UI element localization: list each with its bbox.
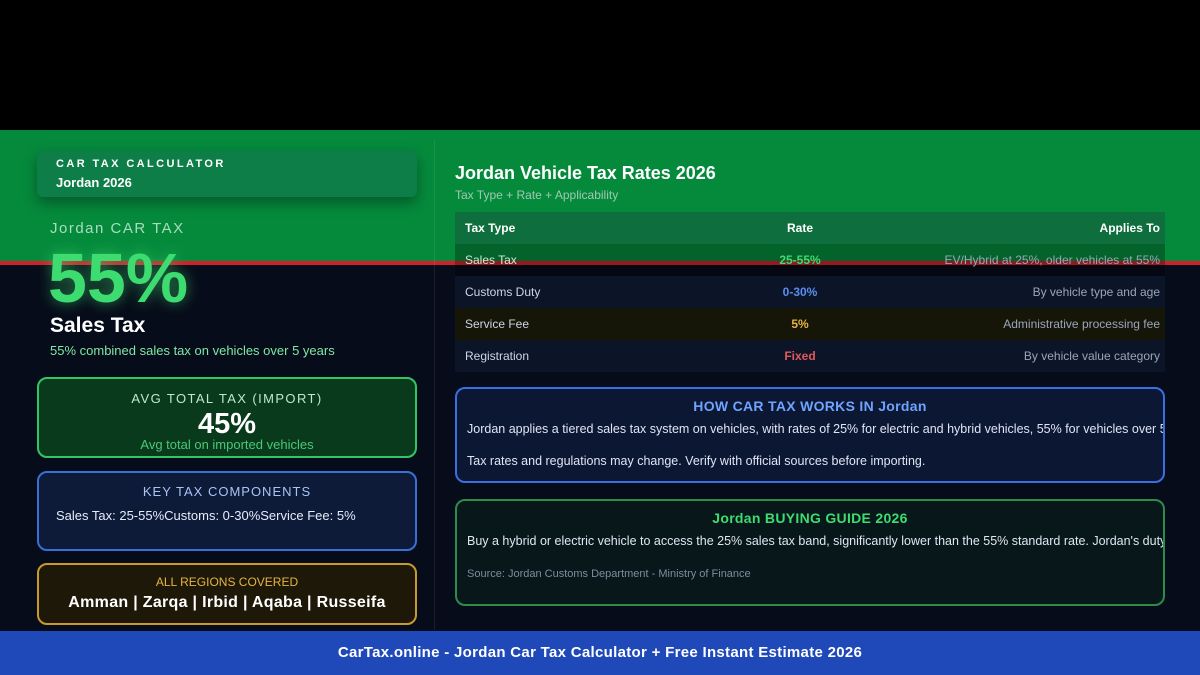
cell-tax-type: Customs Duty xyxy=(465,285,541,299)
regions-label: ALL REGIONS COVERED xyxy=(155,575,299,589)
cell-tax-type: Service Fee xyxy=(465,317,530,331)
guide-source: Source: Jordan Customs Department - Mini… xyxy=(467,568,751,580)
rates-title: Jordan Vehicle Tax Rates 2026 xyxy=(455,163,716,183)
component-item: Service Fee: 5% xyxy=(260,508,356,523)
table-row: Registration Fixed By vehicle value cate… xyxy=(455,340,1165,372)
components-list: Sales Tax: 25-55% Customs: 0-30% Service… xyxy=(56,508,415,523)
table-row: Customs Duty 0-30% By vehicle type and a… xyxy=(455,276,1165,308)
avg-card-sub: Avg total on imported vehicles xyxy=(140,437,314,452)
rates-subtitle: Tax Type + Rate + Applicability xyxy=(455,188,619,202)
cell-rate: 25-55% xyxy=(779,253,821,267)
cell-applies-to: By vehicle value category xyxy=(1023,349,1160,363)
cell-rate: Fixed xyxy=(784,349,816,363)
panel-divider xyxy=(434,140,435,630)
regions-list: Amman | Zarqa | Irbid | Aqaba | Russeifa xyxy=(68,594,386,611)
brand-kicker: CAR TAX CALCULATOR xyxy=(56,158,226,170)
hero-description: 55% combined sales tax on vehicles over … xyxy=(50,343,335,358)
component-item: Sales Tax: 25-55% xyxy=(56,508,165,523)
header-applies-to: Applies To xyxy=(1099,221,1160,235)
brand-subtitle: Jordan 2026 xyxy=(56,175,132,190)
tax-rates-table: Tax Type Rate Applies To Sales Tax 25-55… xyxy=(455,212,1165,372)
header-rate: Rate xyxy=(786,221,813,235)
hero-label: Jordan CAR TAX xyxy=(50,220,185,237)
top-black-bar xyxy=(0,0,1200,130)
cell-rate: 5% xyxy=(791,317,809,331)
table-header: Tax Type Rate Applies To xyxy=(455,212,1165,244)
footer-banner[interactable]: CarTax.online - Jordan Car Tax Calculato… xyxy=(0,631,1200,675)
cell-tax-type: Sales Tax xyxy=(465,253,517,267)
avg-total-tax-card: AVG TOTAL TAX (IMPORT) 45% Avg total on … xyxy=(37,377,417,458)
brand-card: CAR TAX CALCULATOR Jordan 2026 xyxy=(37,151,417,197)
how-text: Jordan applies a tiered sales tax system… xyxy=(467,422,1165,436)
cell-rate: 0-30% xyxy=(782,285,818,299)
header-tax-type: Tax Type xyxy=(465,221,516,235)
table-row: Sales Tax 25-55% EV/Hybrid at 25%, older… xyxy=(455,244,1165,276)
regions-card: ALL REGIONS COVERED Amman | Zarqa | Irbi… xyxy=(37,563,417,625)
cell-applies-to: Administrative processing fee xyxy=(1003,317,1160,331)
hero-rate: 55% xyxy=(48,239,189,317)
key-components-card: KEY TAX COMPONENTS Sales Tax: 25-55% Cus… xyxy=(37,471,417,551)
how-it-works-box: HOW CAR TAX WORKS IN Jordan Jordan appli… xyxy=(455,387,1165,483)
guide-text: Buy a hybrid or electric vehicle to acce… xyxy=(467,534,1165,548)
components-label: KEY TAX COMPONENTS xyxy=(142,484,312,499)
guide-title: Jordan BUYING GUIDE 2026 xyxy=(712,510,908,526)
how-title: HOW CAR TAX WORKS IN Jordan xyxy=(693,398,927,414)
table-row: Service Fee 5% Administrative processing… xyxy=(455,308,1165,340)
avg-card-value: 45% xyxy=(197,408,257,440)
avg-card-label: AVG TOTAL TAX (IMPORT) xyxy=(131,391,323,406)
component-item: Customs: 0-30% xyxy=(164,508,261,523)
cell-applies-to: EV/Hybrid at 25%, older vehicles at 55% xyxy=(944,253,1160,267)
how-note: Tax rates and regulations may change. Ve… xyxy=(467,454,926,468)
hero-tax-name: Sales Tax xyxy=(50,314,146,337)
cell-tax-type: Registration xyxy=(465,349,530,363)
cell-applies-to: By vehicle type and age xyxy=(1032,285,1160,299)
buying-guide-box: Jordan BUYING GUIDE 2026 Buy a hybrid or… xyxy=(455,499,1165,606)
